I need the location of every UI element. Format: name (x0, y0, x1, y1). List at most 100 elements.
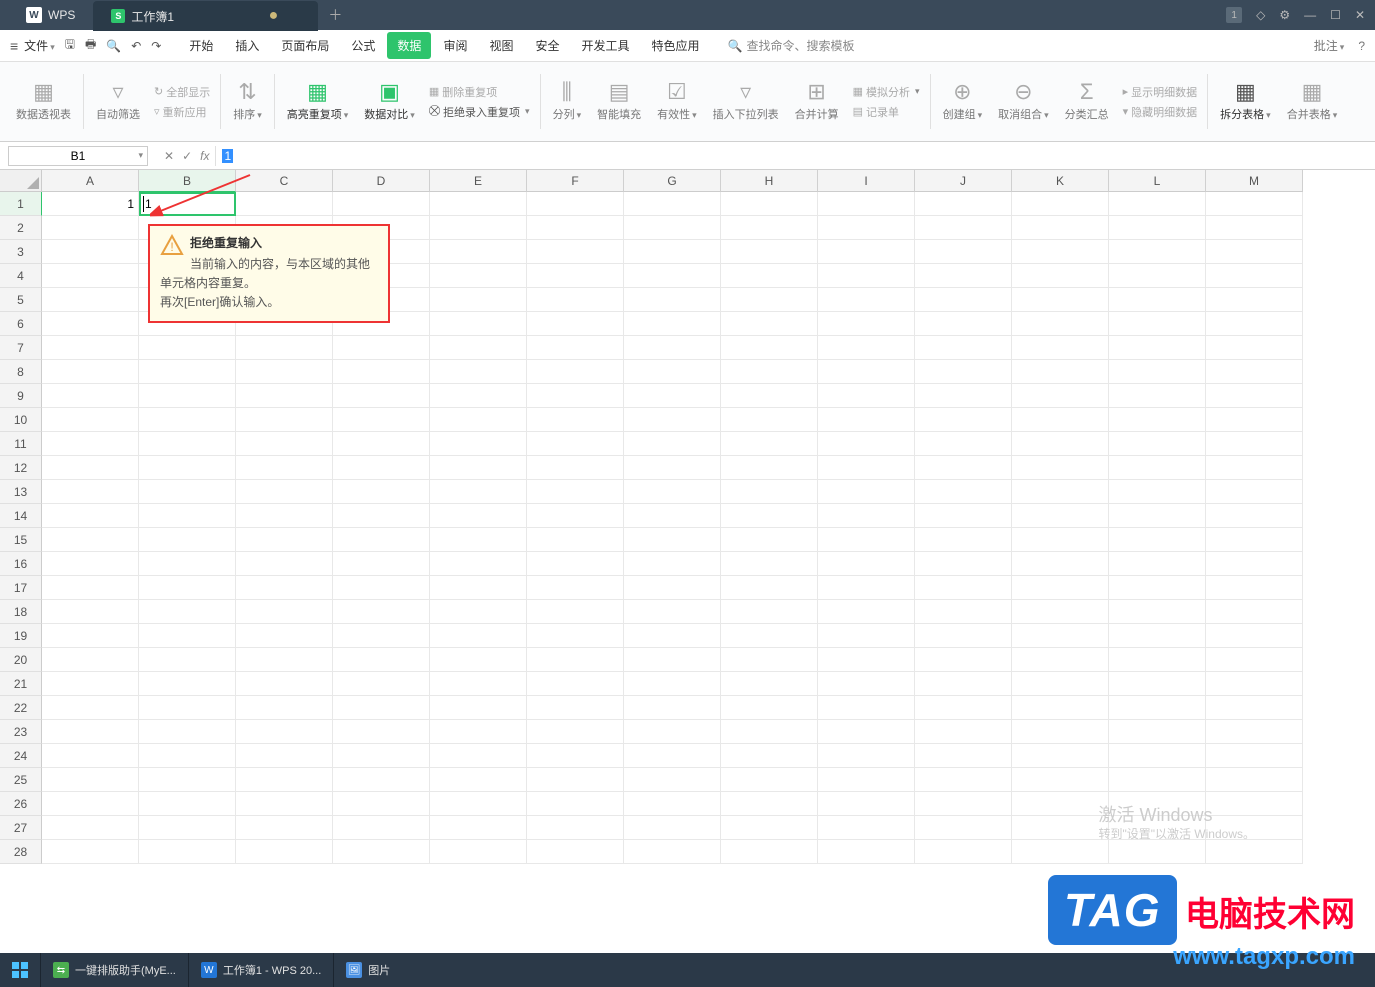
cell-L24[interactable] (1109, 744, 1206, 768)
cell-I23[interactable] (818, 720, 915, 744)
cancel-edit-icon[interactable]: ✕ (164, 149, 174, 163)
cell-A10[interactable] (42, 408, 139, 432)
cell-D10[interactable] (333, 408, 430, 432)
cell-F19[interactable] (527, 624, 624, 648)
row-header-24[interactable]: 24 (0, 744, 42, 768)
cell-E22[interactable] (430, 696, 527, 720)
cell-K16[interactable] (1012, 552, 1109, 576)
cell-M16[interactable] (1206, 552, 1303, 576)
row-header-12[interactable]: 12 (0, 456, 42, 480)
cell-G2[interactable] (624, 216, 721, 240)
cell-F9[interactable] (527, 384, 624, 408)
cell-J11[interactable] (915, 432, 1012, 456)
cell-K17[interactable] (1012, 576, 1109, 600)
cell-E23[interactable] (430, 720, 527, 744)
col-header-H[interactable]: H (721, 170, 818, 192)
cell-J23[interactable] (915, 720, 1012, 744)
cell-C7[interactable] (236, 336, 333, 360)
cell-A23[interactable] (42, 720, 139, 744)
cell-B8[interactable] (139, 360, 236, 384)
cell-A28[interactable] (42, 840, 139, 864)
cell-A16[interactable] (42, 552, 139, 576)
cell-I9[interactable] (818, 384, 915, 408)
cell-F13[interactable] (527, 480, 624, 504)
cell-C27[interactable] (236, 816, 333, 840)
cell-C12[interactable] (236, 456, 333, 480)
cell-L7[interactable] (1109, 336, 1206, 360)
cell-F28[interactable] (527, 840, 624, 864)
cell-K15[interactable] (1012, 528, 1109, 552)
whatif-button[interactable]: ▦ 模拟分析 (853, 84, 920, 100)
cell-M20[interactable] (1206, 648, 1303, 672)
cell-I21[interactable] (818, 672, 915, 696)
cell-D8[interactable] (333, 360, 430, 384)
cell-I14[interactable] (818, 504, 915, 528)
row-header-17[interactable]: 17 (0, 576, 42, 600)
taskbar-item-wps[interactable]: W 工作簿1 - WPS 20... (188, 953, 333, 987)
row-header-13[interactable]: 13 (0, 480, 42, 504)
cell-J16[interactable] (915, 552, 1012, 576)
cell-F5[interactable] (527, 288, 624, 312)
cell-E28[interactable] (430, 840, 527, 864)
cell-A3[interactable] (42, 240, 139, 264)
cell-I20[interactable] (818, 648, 915, 672)
cell-B23[interactable] (139, 720, 236, 744)
row-header-14[interactable]: 14 (0, 504, 42, 528)
cell-L11[interactable] (1109, 432, 1206, 456)
cell-G5[interactable] (624, 288, 721, 312)
cell-I12[interactable] (818, 456, 915, 480)
cell-F3[interactable] (527, 240, 624, 264)
cell-M24[interactable] (1206, 744, 1303, 768)
cell-J28[interactable] (915, 840, 1012, 864)
row-header-23[interactable]: 23 (0, 720, 42, 744)
cell-D11[interactable] (333, 432, 430, 456)
cell-M21[interactable] (1206, 672, 1303, 696)
cell-D27[interactable] (333, 816, 430, 840)
cell-I28[interactable] (818, 840, 915, 864)
cell-B15[interactable] (139, 528, 236, 552)
cell-I16[interactable] (818, 552, 915, 576)
cell-I8[interactable] (818, 360, 915, 384)
name-box[interactable]: B1 (8, 146, 148, 166)
cell-E13[interactable] (430, 480, 527, 504)
cell-E11[interactable] (430, 432, 527, 456)
cell-F26[interactable] (527, 792, 624, 816)
cell-J8[interactable] (915, 360, 1012, 384)
cell-L21[interactable] (1109, 672, 1206, 696)
help-icon[interactable]: ? (1358, 39, 1365, 53)
cell-J10[interactable] (915, 408, 1012, 432)
cell-M28[interactable] (1206, 840, 1303, 864)
cell-M22[interactable] (1206, 696, 1303, 720)
close-button[interactable]: ✕ (1355, 8, 1365, 22)
cell-B7[interactable] (139, 336, 236, 360)
cell-J13[interactable] (915, 480, 1012, 504)
cell-B10[interactable] (139, 408, 236, 432)
cell-E1[interactable] (430, 192, 527, 216)
cell-G21[interactable] (624, 672, 721, 696)
cell-H8[interactable] (721, 360, 818, 384)
command-search[interactable]: 🔍 查找命令、搜索模板 (728, 37, 855, 54)
cell-A1[interactable]: 1 (42, 192, 139, 216)
cell-F20[interactable] (527, 648, 624, 672)
cell-D28[interactable] (333, 840, 430, 864)
cell-M3[interactable] (1206, 240, 1303, 264)
cell-L22[interactable] (1109, 696, 1206, 720)
showall-button[interactable]: ↻ 全部显示 (154, 84, 210, 100)
maximize-button[interactable]: ☐ (1330, 8, 1341, 22)
row-header-9[interactable]: 9 (0, 384, 42, 408)
cell-F11[interactable] (527, 432, 624, 456)
cell-M5[interactable] (1206, 288, 1303, 312)
split-button[interactable]: ⫼分列 (545, 67, 590, 137)
row-header-15[interactable]: 15 (0, 528, 42, 552)
cell-I22[interactable] (818, 696, 915, 720)
col-header-B[interactable]: B (139, 170, 236, 192)
cell-D1[interactable] (333, 192, 430, 216)
sort-button[interactable]: ⇅排序 (225, 67, 270, 137)
cell-G7[interactable] (624, 336, 721, 360)
cell-H22[interactable] (721, 696, 818, 720)
cell-E2[interactable] (430, 216, 527, 240)
cell-G19[interactable] (624, 624, 721, 648)
cell-F1[interactable] (527, 192, 624, 216)
row-header-5[interactable]: 5 (0, 288, 42, 312)
cell-F15[interactable] (527, 528, 624, 552)
